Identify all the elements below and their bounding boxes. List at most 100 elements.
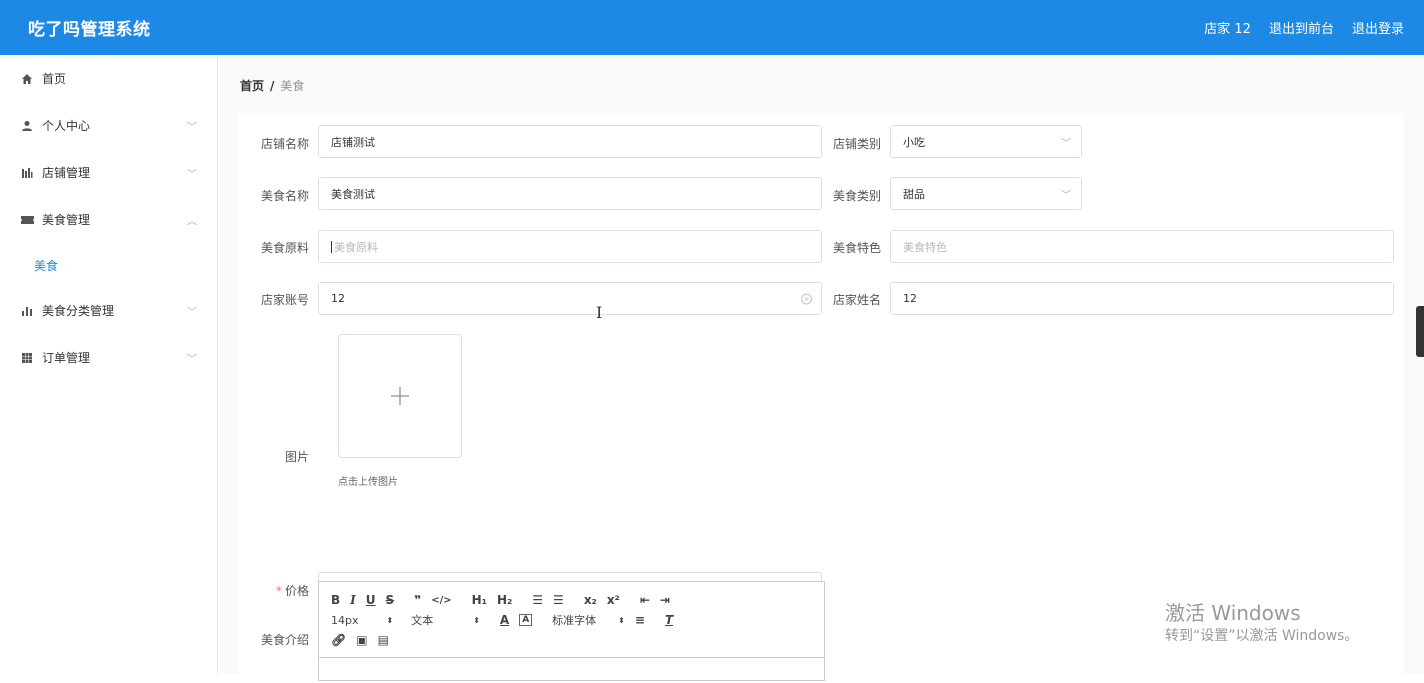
sidebar-item-shop[interactable]: 店铺管理 ﹀: [0, 149, 217, 196]
superscript-icon[interactable]: x²: [607, 593, 620, 607]
sidebar-subitem-food[interactable]: 美食: [0, 243, 217, 287]
bold-icon[interactable]: B: [331, 593, 340, 607]
image-label: 图片: [284, 450, 309, 464]
chevron-down-icon: ﹀: [187, 307, 197, 318]
price-label-text: 价格: [284, 584, 309, 598]
image-icon[interactable]: ▣: [356, 633, 367, 647]
ordered-list-icon[interactable]: ☰: [532, 593, 543, 607]
font-size-value: 14px: [331, 613, 359, 627]
shop-name-input[interactable]: 店铺测试: [318, 125, 822, 158]
breadcrumb: 首页 / 美食: [240, 77, 304, 94]
food-name-input[interactable]: 美食测试: [318, 177, 822, 210]
sidebar-item-label: 美食分类管理: [42, 304, 115, 318]
grid-icon: [20, 351, 34, 365]
chevron-down-icon: ﹀: [187, 354, 197, 365]
food-category-label: 美食类别: [832, 189, 881, 203]
heading2-icon[interactable]: H₂: [497, 593, 512, 607]
breadcrumb-current: 美食: [280, 79, 305, 93]
ingredients-placeholder: 美食原料: [334, 240, 378, 254]
chevron-down-icon: ﹀: [187, 122, 197, 133]
select-arrows-icon: ⬍: [473, 615, 480, 625]
top-header: 吃了吗管理系统 店家 12 退出到前台 退出登录: [0, 0, 1424, 55]
font-family-value: 标准字体: [552, 614, 597, 627]
text-type-value: 文本: [411, 614, 434, 627]
subscript-icon[interactable]: x₂: [584, 593, 597, 607]
clear-format-icon[interactable]: T: [665, 613, 673, 627]
font-family-select[interactable]: 标准字体 ⬍: [552, 612, 625, 628]
ingredients-input[interactable]: 美食原料: [318, 230, 822, 263]
shop-name-label: 店铺名称: [260, 137, 309, 151]
heading1-icon[interactable]: H₁: [472, 593, 487, 607]
exit-front-link[interactable]: 退出到前台: [1269, 18, 1334, 37]
text-caret: [331, 240, 332, 253]
video-icon[interactable]: ▤: [378, 633, 389, 647]
feature-placeholder: 美食特色: [903, 240, 947, 254]
breadcrumb-home[interactable]: 首页: [240, 79, 264, 93]
sidebar-item-label: 个人中心: [42, 119, 91, 133]
account-value: 12: [331, 292, 345, 305]
sidebar-item-orders[interactable]: 订单管理 ﹀: [0, 334, 217, 381]
sidebar-item-profile[interactable]: 个人中心 ﹀: [0, 102, 217, 149]
bar-chart-icon: [20, 304, 34, 318]
intro-label: 美食介绍: [260, 633, 309, 647]
editor-toolbar: B I U S ❞ </> H₁ H₂ ☰ ☰ x₂ x² ⇤ ⇥ 14px ⬍ …: [319, 582, 824, 658]
select-arrows-icon: ⬍: [618, 615, 625, 625]
feature-label: 美食特色: [832, 241, 881, 255]
sidebar-item-label: 店铺管理: [42, 166, 91, 180]
sidebar-item-food[interactable]: 美食管理 ︿: [0, 196, 217, 243]
activation-watermark-title: 激活 Windows: [1165, 601, 1301, 625]
breadcrumb-separator: /: [270, 79, 275, 93]
account-input[interactable]: 12 ×: [318, 282, 822, 315]
activation-watermark-subtitle: 转到“设置”以激活 Windows。: [1165, 628, 1359, 644]
outdent-icon[interactable]: ⇤: [640, 593, 650, 607]
select-arrows-icon: ⬍: [386, 615, 394, 625]
plus-icon: [391, 387, 409, 405]
sidebar-item-label: 美食管理: [42, 213, 91, 227]
code-icon[interactable]: </>: [431, 595, 451, 606]
chevron-down-icon: ﹀: [187, 169, 197, 180]
food-category-value: 甜品: [903, 187, 925, 201]
italic-icon[interactable]: I: [350, 593, 356, 607]
link-icon[interactable]: 🔗︎: [331, 633, 346, 647]
bullet-list-icon[interactable]: ☰: [553, 593, 564, 607]
user-icon: [20, 119, 34, 133]
indent-icon[interactable]: ⇥: [660, 593, 670, 607]
app-title: 吃了吗管理系统: [28, 20, 151, 40]
side-drawer-tab[interactable]: [1416, 306, 1424, 357]
quote-icon[interactable]: ❞: [414, 593, 421, 607]
align-icon[interactable]: ≡: [635, 613, 645, 627]
price-label: * 价格: [239, 582, 309, 599]
font-color-icon[interactable]: A: [500, 613, 509, 627]
food-category-select[interactable]: 甜品 ﹀: [890, 177, 1082, 210]
sidebar-item-home[interactable]: 首页: [0, 55, 217, 102]
feature-input[interactable]: 美食特色: [890, 230, 1394, 263]
background-color-icon[interactable]: A: [519, 614, 533, 626]
food-name-label: 美食名称: [260, 189, 309, 203]
ticket-icon: [20, 213, 34, 227]
chevron-down-icon: ﹀: [1061, 138, 1071, 149]
rich-text-editor: B I U S ❞ </> H₁ H₂ ☰ ☰ x₂ x² ⇤ ⇥ 14px ⬍ …: [318, 581, 825, 681]
sidebar: 首页 个人中心 ﹀ 店铺管理 ﹀ 美食管理 ︿ 美食 美食分类管理 ﹀ 订单管理…: [0, 55, 218, 674]
text-type-select[interactable]: 文本 ⬍: [411, 612, 480, 628]
font-size-select[interactable]: 14px ⬍: [331, 614, 393, 627]
main-content: 首页 / 美食 店铺名称 店铺测试 店铺类别 小吃 ﹀ 美食名称 美食测试 美食类别 …: [219, 55, 1424, 683]
upload-tip: 点击上传图片: [338, 477, 398, 488]
owner-name-input[interactable]: 12: [890, 282, 1394, 315]
owner-name-label: 店家姓名: [832, 293, 881, 307]
home-icon: [20, 72, 34, 86]
ingredients-label: 美食原料: [260, 241, 309, 255]
sidebar-item-label: 订单管理: [42, 351, 91, 365]
underline-icon[interactable]: U: [366, 593, 376, 607]
food-name-value: 美食测试: [331, 187, 375, 201]
current-user: 店家 12: [1204, 22, 1251, 37]
shop-name-value: 店铺测试: [331, 135, 375, 149]
image-upload-button[interactable]: [338, 334, 462, 458]
shop-category-label: 店铺类别: [832, 137, 881, 151]
chevron-up-icon: ︿: [187, 216, 197, 227]
shop-icon: [20, 166, 34, 180]
strike-icon[interactable]: S: [386, 593, 395, 607]
account-label: 店家账号: [260, 293, 309, 307]
shop-category-select[interactable]: 小吃 ﹀: [890, 125, 1082, 158]
logout-link[interactable]: 退出登录: [1352, 18, 1404, 37]
sidebar-item-food-category[interactable]: 美食分类管理 ﹀: [0, 287, 217, 334]
